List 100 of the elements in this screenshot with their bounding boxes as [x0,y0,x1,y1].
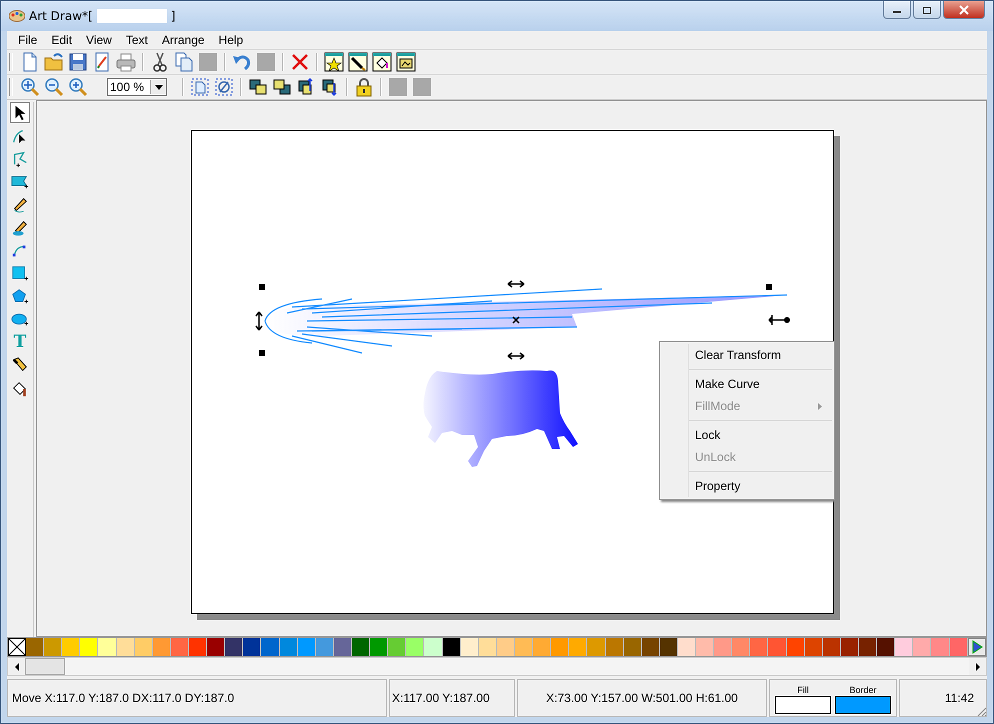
color-swatch[interactable] [261,638,280,656]
menu-item[interactable]: File [11,33,44,47]
color-swatch[interactable] [298,638,316,656]
color-swatch[interactable] [243,638,262,656]
color-swatch[interactable] [931,638,950,656]
menu-item[interactable]: Clear Transform [689,344,834,366]
color-swatch[interactable] [26,638,44,656]
paint-bucket-window-icon[interactable] [372,52,392,72]
scroll-left-icon[interactable] [8,658,25,675]
horizontal-scrollbar[interactable] [7,657,987,676]
scroll-right-icon[interactable] [969,658,986,675]
printer-icon[interactable] [116,52,136,72]
padlock-icon[interactable] [354,77,374,97]
color-swatch[interactable] [280,638,298,656]
rectangle-tool-icon[interactable] [11,264,29,282]
close-icon[interactable] [959,4,969,14]
color-swatch[interactable] [406,638,424,656]
color-swatch[interactable] [352,638,370,656]
color-swatch[interactable] [840,638,860,656]
select-page-icon[interactable] [190,77,210,97]
deselect-icon[interactable] [214,77,234,97]
paint-bucket-icon[interactable] [11,380,29,398]
color-swatch[interactable] [895,638,914,656]
color-swatch[interactable] [786,638,805,656]
color-swatch[interactable] [551,638,570,656]
color-swatch[interactable] [606,638,624,656]
color-swatch[interactable] [859,638,878,656]
folder-icon[interactable] [44,52,64,72]
color-swatch[interactable] [660,638,678,656]
close-button[interactable] [943,1,985,19]
menu-item[interactable]: Lock [689,424,834,446]
color-swatch[interactable] [134,638,153,656]
maximize-icon[interactable] [922,6,932,14]
menu-item[interactable]: Arrange [154,33,212,47]
color-swatch[interactable] [188,638,208,656]
color-swatch[interactable] [822,638,841,656]
delete-cross-icon[interactable] [290,52,310,72]
color-swatch[interactable] [424,638,443,656]
menu-item[interactable]: View [79,33,119,47]
menu-item[interactable]: Edit [44,33,80,47]
copy-icon[interactable] [174,52,194,72]
color-swatch[interactable] [569,638,588,656]
polyline-tool-icon[interactable] [11,150,29,168]
color-swatch[interactable] [116,638,135,656]
color-swatch[interactable] [44,638,62,656]
bring-to-front-icon[interactable] [248,77,268,97]
minimize-button[interactable] [883,1,911,19]
pentagon-tool-icon[interactable] [11,288,29,306]
color-swatch[interactable] [514,638,534,656]
menu-item[interactable]: Make Curve [689,373,834,395]
color-swatch[interactable] [587,638,606,656]
brush-tool-icon[interactable] [11,218,29,236]
ellipse-tool-icon[interactable] [11,310,29,328]
color-swatch[interactable] [877,638,896,656]
scroll-thumb[interactable] [25,658,65,675]
send-to-back-icon[interactable] [272,77,292,97]
color-swatch[interactable] [98,638,117,656]
color-swatch[interactable] [225,638,244,656]
brush-window-icon[interactable] [348,52,368,72]
zoom-out-icon[interactable] [44,77,64,97]
resize-grip-icon[interactable] [975,705,987,717]
menu-item[interactable]: Property [689,475,834,497]
color-swatch[interactable] [732,638,750,656]
zoom-in-icon[interactable] [68,77,88,97]
maximize-button[interactable] [913,1,941,19]
color-swatch[interactable] [334,638,352,656]
color-swatch[interactable] [835,696,891,714]
pencil-icon[interactable] [11,196,29,214]
color-swatch[interactable] [370,638,388,656]
menu-item[interactable]: Text [118,33,155,47]
color-swatch[interactable] [496,638,515,656]
zoom-dropdown[interactable]: 100 % [107,78,167,96]
color-swatch[interactable] [696,638,714,656]
color-swatch[interactable] [533,638,552,656]
menu-item[interactable]: Help [212,33,250,47]
color-swatch[interactable] [678,638,696,656]
color-swatch[interactable] [80,638,98,656]
color-swatch[interactable] [768,638,787,656]
color-swatch[interactable] [775,696,831,714]
color-swatch[interactable] [478,638,497,656]
palette-scroll-icon[interactable] [968,638,986,656]
color-swatch[interactable] [152,638,171,656]
color-swatch[interactable] [642,638,660,656]
color-swatch[interactable] [62,638,80,656]
color-swatch[interactable] [714,638,732,656]
star-window-icon[interactable] [324,52,344,72]
zoom-fit-icon[interactable] [20,77,40,97]
dropdown-arrow-icon[interactable] [154,84,162,90]
color-swatch[interactable] [207,638,226,656]
color-swatch[interactable] [442,638,461,656]
color-swatch[interactable] [750,638,768,656]
color-swatch[interactable] [388,638,406,656]
color-swatch[interactable] [913,638,932,656]
color-swatch[interactable] [460,638,479,656]
color-swatch[interactable] [316,638,334,656]
color-swatch[interactable] [950,638,968,656]
no-color-swatch[interactable] [8,638,26,656]
color-swatch[interactable] [170,638,189,656]
color-swatch[interactable] [624,638,642,656]
picture-window-icon[interactable] [396,52,416,72]
